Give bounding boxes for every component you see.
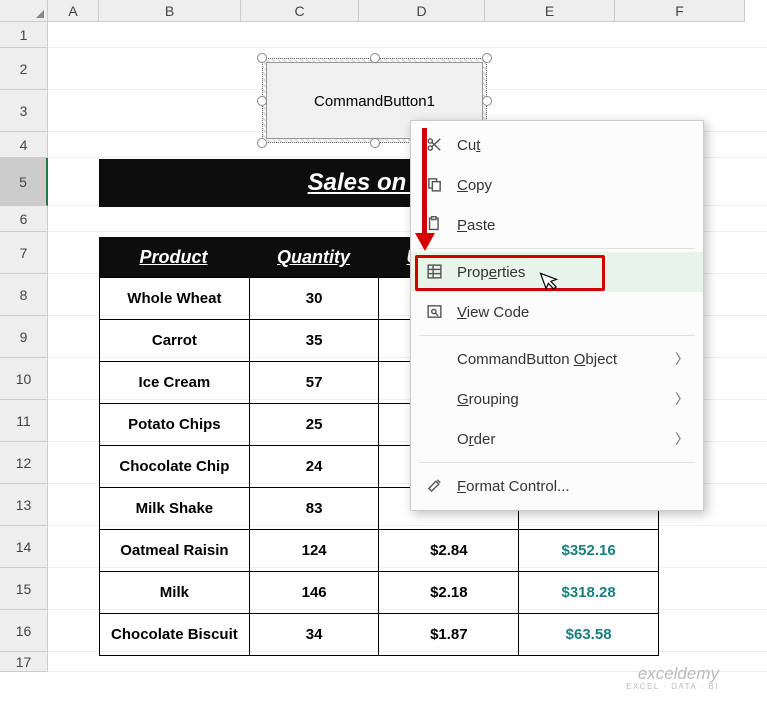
table-row: Chocolate Biscuit34$1.87$63.58 (100, 614, 659, 656)
menu-commandbutton-object[interactable]: CommandButton Object 〉 (411, 339, 703, 379)
cell[interactable]: 25 (249, 404, 379, 446)
properties-icon (421, 263, 447, 281)
context-menu: Cut Copy Paste Properties View Code Comm… (410, 120, 704, 511)
col-header-D[interactable]: D (359, 0, 485, 22)
row-header-17[interactable]: 17 (0, 652, 48, 672)
menu-label: CommandButton Object (457, 351, 675, 368)
cell[interactable]: $2.84 (379, 530, 519, 572)
row-header-6[interactable]: 6 (0, 206, 48, 232)
watermark-tag: EXCEL · DATA · BI (626, 683, 719, 691)
cell[interactable]: $2.18 (379, 572, 519, 614)
format-icon (421, 477, 447, 495)
col-header-F[interactable]: F (615, 0, 745, 22)
menu-label: Grouping (457, 391, 675, 408)
col-header-E[interactable]: E (485, 0, 615, 22)
menu-label: Cut (457, 137, 689, 154)
cell[interactable]: $318.28 (519, 572, 659, 614)
menu-cut[interactable]: Cut (411, 125, 703, 165)
menu-label: Copy (457, 177, 689, 194)
row-header-10[interactable]: 10 (0, 358, 48, 400)
table-row: Milk146$2.18$318.28 (100, 572, 659, 614)
resize-handle[interactable] (482, 96, 492, 106)
cell[interactable]: Milk (100, 572, 250, 614)
cell[interactable]: Oatmeal Raisin (100, 530, 250, 572)
copy-icon (421, 176, 447, 194)
menu-label: Properties (457, 264, 689, 281)
chevron-right-icon: 〉 (675, 389, 689, 409)
resize-handle[interactable] (370, 53, 380, 63)
row-header-4[interactable]: 4 (0, 132, 48, 158)
row-header-7[interactable]: 7 (0, 232, 48, 274)
cell[interactable]: Chocolate Chip (100, 446, 250, 488)
row-header-16[interactable]: 16 (0, 610, 48, 652)
cell[interactable]: $1.87 (379, 614, 519, 656)
cell[interactable]: 124 (249, 530, 379, 572)
menu-order[interactable]: Order 〉 (411, 419, 703, 459)
row-header-14[interactable]: 14 (0, 526, 48, 568)
row-header-5[interactable]: 5 (0, 158, 48, 206)
scissors-icon (421, 136, 447, 154)
cell[interactable]: $63.58 (519, 614, 659, 656)
cell[interactable]: 34 (249, 614, 379, 656)
resize-handle[interactable] (257, 53, 267, 63)
cell[interactable]: 146 (249, 572, 379, 614)
resize-handle[interactable] (257, 138, 267, 148)
menu-properties[interactable]: Properties (411, 252, 703, 292)
row-header-11[interactable]: 11 (0, 400, 48, 442)
menu-view-code[interactable]: View Code (411, 292, 703, 332)
header-product: Product (99, 237, 249, 277)
menu-separator (419, 248, 695, 249)
cell[interactable]: Whole Wheat (100, 278, 250, 320)
cell[interactable]: Milk Shake (100, 488, 250, 530)
cell[interactable]: Ice Cream (100, 362, 250, 404)
code-icon (421, 303, 447, 321)
menu-label: View Code (457, 304, 689, 321)
menu-separator (419, 335, 695, 336)
row-header-1[interactable]: 1 (0, 22, 48, 48)
menu-separator (419, 462, 695, 463)
resize-handle[interactable] (482, 53, 492, 63)
chevron-right-icon: 〉 (675, 429, 689, 449)
menu-label: Format Control... (457, 478, 689, 495)
cell[interactable]: Chocolate Biscuit (100, 614, 250, 656)
cell[interactable]: 30 (249, 278, 379, 320)
row-header-12[interactable]: 12 (0, 442, 48, 484)
chevron-right-icon: 〉 (675, 349, 689, 369)
row-header-9[interactable]: 9 (0, 316, 48, 358)
row-header-3[interactable]: 3 (0, 90, 48, 132)
col-header-C[interactable]: C (241, 0, 359, 22)
menu-copy[interactable]: Copy (411, 165, 703, 205)
cell[interactable]: Potato Chips (100, 404, 250, 446)
row-header-2[interactable]: 2 (0, 48, 48, 90)
cell[interactable]: 35 (249, 320, 379, 362)
menu-format-control[interactable]: Format Control... (411, 466, 703, 506)
watermark-logo: exceldemy (626, 665, 719, 683)
header-quantity: Quantity (249, 237, 379, 277)
row-header-8[interactable]: 8 (0, 274, 48, 316)
watermark: exceldemy EXCEL · DATA · BI (626, 665, 719, 691)
table-row: Oatmeal Raisin124$2.84$352.16 (100, 530, 659, 572)
resize-handle[interactable] (257, 96, 267, 106)
menu-grouping[interactable]: Grouping 〉 (411, 379, 703, 419)
row-header-15[interactable]: 15 (0, 568, 48, 610)
col-header-A[interactable]: A (48, 0, 99, 22)
row-header-13[interactable]: 13 (0, 484, 48, 526)
resize-handle[interactable] (370, 138, 380, 148)
col-header-B[interactable]: B (99, 0, 241, 22)
select-all-corner[interactable] (0, 0, 48, 22)
menu-paste[interactable]: Paste (411, 205, 703, 245)
column-headers: A B C D E F (0, 0, 767, 22)
cell[interactable]: Carrot (100, 320, 250, 362)
cell[interactable]: 57 (249, 362, 379, 404)
cell[interactable]: 24 (249, 446, 379, 488)
cell[interactable]: 83 (249, 488, 379, 530)
paste-icon (421, 216, 447, 234)
cell[interactable]: $352.16 (519, 530, 659, 572)
menu-label: Paste (457, 217, 689, 234)
menu-label: Order (457, 431, 675, 448)
